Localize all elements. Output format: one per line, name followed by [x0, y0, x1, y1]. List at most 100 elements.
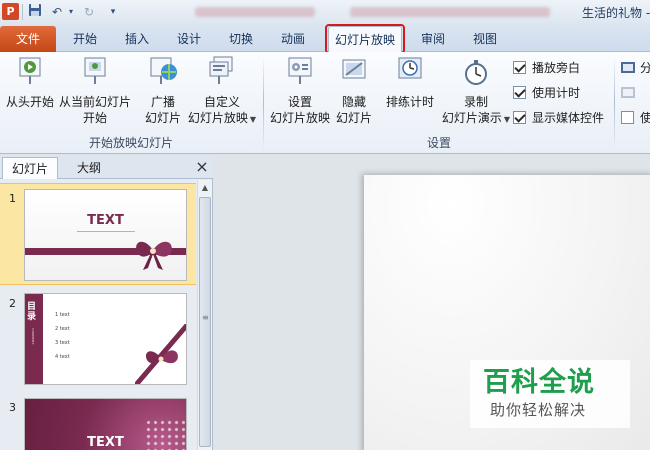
- hide-slide-button[interactable]: 隐藏 幻灯片: [334, 56, 374, 126]
- rehearse-clock-icon: [382, 56, 438, 92]
- undo-dropdown-icon[interactable]: ▾: [62, 3, 80, 21]
- bow-decoration: [135, 324, 186, 384]
- ribbon-panel: 从头开始 从当前幻灯片 开始 广播 幻灯片 自定义 幻灯片放映 ▼ 开始放映幻灯片…: [0, 52, 650, 154]
- checkbox-label: 使: [640, 110, 650, 125]
- contents-item: 1 text: [55, 312, 70, 318]
- tab-file[interactable]: 文件: [0, 26, 56, 52]
- broadcast-label-2: 幻灯片: [144, 111, 181, 125]
- slide-thumbnail[interactable]: TEXT: [24, 189, 187, 281]
- from-beginning-label: 从头开始: [5, 95, 54, 109]
- slide-thumbnail-row[interactable]: 1 TEXT: [0, 183, 196, 285]
- broadcast-label-1: 广播: [150, 95, 175, 109]
- title-bar: P ↶ ▾ ↻ ▾ 生活的礼物 -: [0, 0, 650, 24]
- from-beginning-button[interactable]: 从头开始: [2, 56, 58, 110]
- hide-slide-icon: [334, 56, 374, 92]
- hide-label-2: 幻灯片: [335, 111, 372, 125]
- title-underline: [77, 231, 135, 232]
- customize-quick-access-icon[interactable]: ▾: [104, 3, 122, 21]
- tab-transitions[interactable]: 切换: [218, 26, 264, 52]
- powerpoint-app-icon[interactable]: P: [2, 3, 19, 20]
- checkbox-icon[interactable]: [513, 60, 526, 74]
- group-label-start-slideshow: 开始放映幻灯片: [88, 136, 173, 150]
- from-current-slide-button[interactable]: 从当前幻灯片 开始: [58, 56, 132, 126]
- monitor-resolution-item[interactable]: 分: [621, 58, 650, 76]
- custom-slideshow-icon: [186, 56, 258, 92]
- redo-icon[interactable]: ↻: [80, 3, 98, 21]
- tab-insert[interactable]: 插入: [114, 26, 160, 52]
- save-icon[interactable]: [26, 3, 44, 21]
- record-slideshow-button[interactable]: 录制 幻灯片演示 ▼: [440, 56, 512, 128]
- tab-slides[interactable]: 幻灯片: [2, 157, 58, 179]
- setup-slideshow-icon: [268, 56, 332, 92]
- monitor-item-label: 分: [640, 60, 650, 75]
- dropdown-arrow-icon[interactable]: ▼: [250, 115, 256, 124]
- checkbox-use-timings[interactable]: 使用计时: [513, 83, 580, 101]
- rehearse-label: 排练计时: [385, 95, 434, 109]
- sparkle-decoration: [145, 419, 185, 450]
- checkbox-presenter-view[interactable]: 使: [621, 108, 650, 126]
- checkbox-play-narrations[interactable]: 播放旁白: [513, 58, 580, 76]
- ribbon-tab-row: 文件 开始 插入 设计 切换 动画 幻灯片放映 审阅 视图: [0, 24, 650, 53]
- blurred-title-region-2: [350, 7, 550, 17]
- slide-thumbnail-row[interactable]: 2 目录 CONTENTS 1 text 2 text 3 text 4 tex…: [0, 289, 196, 389]
- tab-view[interactable]: 视图: [462, 26, 508, 52]
- checkbox-icon[interactable]: [513, 110, 526, 124]
- watermark-subtitle: 助你轻松解决: [490, 401, 587, 419]
- contents-list: 1 text 2 text 3 text 4 text: [55, 308, 70, 364]
- dropdown-arrow-icon[interactable]: ▼: [504, 115, 510, 124]
- slide-title: TEXT: [87, 213, 124, 228]
- hide-label-1: 隐藏: [341, 95, 366, 109]
- bow-decoration: [136, 241, 172, 270]
- tab-review[interactable]: 审阅: [410, 26, 456, 52]
- slide-number: 1: [9, 192, 16, 205]
- broadcast-slideshow-button[interactable]: 广播 幻灯片: [140, 56, 186, 126]
- setup-slideshow-button[interactable]: 设置 幻灯片放映: [268, 56, 332, 126]
- slide-thumbnail[interactable]: 目录 CONTENTS 1 text 2 text 3 text 4 text: [24, 293, 187, 385]
- contents-heading-en: CONTENTS: [31, 328, 35, 345]
- contents-item: 4 text: [55, 354, 70, 360]
- slideshow-play-icon: [2, 56, 58, 92]
- checkbox-show-media-controls[interactable]: 显示媒体控件: [513, 108, 604, 126]
- watermark-title: 百科全说: [483, 367, 595, 398]
- checkbox-label: 显示媒体控件: [532, 110, 605, 125]
- show-on-monitor-item: [621, 83, 635, 101]
- pane-tabs: 幻灯片 大纲 ×: [0, 155, 213, 179]
- tab-slide-show[interactable]: 幻灯片放映: [328, 26, 402, 53]
- slides-pane: 幻灯片 大纲 × 1 TEXT 2 目录 CONTENTS 1 text 2 t…: [0, 155, 213, 450]
- checkbox-label: 播放旁白: [532, 60, 581, 75]
- slide-thumbnail-row[interactable]: 3 TEXT: [0, 395, 196, 450]
- custom-slideshow-button[interactable]: 自定义 幻灯片放映 ▼: [186, 56, 258, 128]
- slide-thumbnail[interactable]: TEXT: [24, 398, 187, 450]
- record-stopwatch-icon: [440, 56, 512, 92]
- checkbox-icon[interactable]: [513, 85, 526, 99]
- document-title: 生活的礼物 -: [582, 6, 650, 20]
- tab-outline[interactable]: 大纲: [62, 157, 116, 179]
- checkbox-label: 使用计时: [532, 85, 581, 100]
- contents-item: 3 text: [55, 340, 70, 346]
- tab-home[interactable]: 开始: [62, 26, 108, 52]
- quick-access-divider: [22, 4, 23, 20]
- setup-label-2: 幻灯片放映: [269, 111, 330, 125]
- slide-number: 2: [9, 297, 16, 310]
- monitor-icon: [621, 61, 635, 73]
- scroll-up-icon[interactable]: ▲: [198, 181, 212, 195]
- from-current-label-1: 从当前幻灯片: [58, 95, 131, 109]
- broadcast-globe-icon: [140, 56, 186, 92]
- from-current-label-2: 开始: [82, 111, 107, 125]
- custom-label-2: 幻灯片放映: [187, 111, 248, 125]
- monitor-disabled-icon: [621, 86, 635, 98]
- record-label-2: 幻灯片演示: [441, 111, 502, 125]
- group-divider: [614, 56, 615, 150]
- scrollbar-thumb[interactable]: ≡: [199, 197, 211, 447]
- custom-label-1: 自定义: [203, 95, 240, 109]
- rehearse-timings-button[interactable]: 排练计时: [382, 56, 438, 110]
- checkbox-icon[interactable]: [621, 110, 634, 124]
- tab-design[interactable]: 设计: [166, 26, 212, 52]
- setup-label-1: 设置: [287, 95, 312, 109]
- tab-animations[interactable]: 动画: [270, 26, 316, 52]
- thumbnail-scrollbar[interactable]: ▲ ≡: [197, 180, 212, 450]
- grip-icon: ≡: [202, 313, 209, 322]
- close-pane-icon[interactable]: ×: [194, 157, 210, 177]
- slide-number: 3: [9, 401, 16, 414]
- group-label-setup: 设置: [426, 136, 451, 150]
